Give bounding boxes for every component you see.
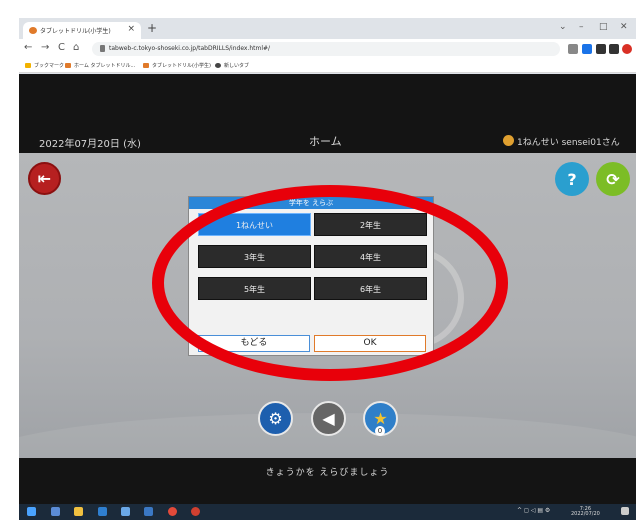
word-icon[interactable] — [144, 507, 153, 516]
bookmark-item[interactable]: 新しいタブ — [215, 62, 249, 69]
bookmark-item[interactable]: ホーム タブレットドリル... — [65, 62, 135, 69]
bookmarks-bar: ブックマーク ホーム タブレットドリル... タブレットドリル(小学生) 新しい… — [19, 59, 636, 73]
app-header: 2022年07月20日 (水) ホーム 1ねんせい sensei01さん — [19, 74, 636, 153]
page-title: ホーム — [309, 135, 342, 148]
speaker-icon: ◀ — [322, 409, 335, 428]
settings-button[interactable]: ⚙ — [258, 401, 293, 436]
exit-icon: ⇤ — [37, 169, 52, 188]
bookmark-item[interactable]: ブックマーク — [25, 62, 64, 69]
exit-button[interactable]: ⇤ — [28, 162, 61, 195]
tab-close-icon[interactable]: × — [127, 24, 135, 34]
chrome-icon[interactable] — [168, 507, 177, 516]
close-window-button[interactable]: ✕ — [620, 22, 628, 32]
refresh-button[interactable]: ⟳ — [596, 162, 630, 196]
sidepanel-icon[interactable] — [609, 44, 619, 54]
extensions-icon[interactable] — [596, 44, 606, 54]
clock[interactable]: 7:26 2022/07/20 — [571, 507, 600, 517]
taskview-icon[interactable] — [51, 507, 60, 516]
outlook-icon[interactable] — [98, 507, 107, 516]
gear-icon: ⚙ — [268, 409, 283, 428]
browser-tab[interactable]: タブレットドリル(小学生) × — [23, 22, 141, 39]
address-bar[interactable]: tabweb-c.tokyo-shoseki.co.jp/tabDRILLS/i… — [92, 42, 560, 56]
minimize-button[interactable]: – — [579, 22, 584, 32]
tab-title: タブレットドリル(小学生) — [40, 28, 111, 35]
notification-icon[interactable] — [621, 507, 629, 515]
url-text: tabweb-c.tokyo-shoseki.co.jp/tabDRILLS/i… — [109, 45, 271, 52]
tab-search-icon[interactable]: ⌄ — [559, 22, 567, 32]
browser-toolbar: ← → C ⌂ tabweb-c.tokyo-shoseki.co.jp/tab… — [19, 39, 636, 59]
back-button[interactable]: ← — [24, 42, 32, 53]
star-count-badge: 0 — [375, 426, 385, 436]
user-avatar-icon — [503, 135, 514, 146]
help-icon: ? — [567, 169, 577, 189]
refresh-icon: ⟳ — [606, 169, 620, 189]
user-name: 1ねんせい sensei01さん — [517, 138, 620, 148]
reload-button[interactable]: C — [58, 42, 65, 53]
tab-strip: タブレットドリル(小学生) × + ⌄ – □ ✕ — [19, 18, 636, 39]
red-highlight-annotation — [152, 185, 508, 381]
windows-taskbar: ^ ◻ ◁ ▤ ⚙ 7:26 2022/07/20 — [19, 504, 636, 520]
instruction-message: きょうかを えらびましょう — [265, 468, 390, 478]
bookmark-item[interactable]: タブレットドリル(小学生) — [143, 62, 211, 69]
file-explorer-icon[interactable] — [74, 507, 83, 516]
home-button[interactable]: ⌂ — [73, 42, 79, 53]
lock-icon — [100, 45, 105, 52]
profile-avatar[interactable] — [622, 44, 632, 54]
new-tab-button[interactable]: + — [147, 21, 157, 35]
system-tray-icons[interactable]: ^ ◻ ◁ ▤ ⚙ — [517, 507, 550, 514]
forward-button[interactable]: → — [41, 42, 49, 53]
help-button[interactable]: ? — [555, 162, 589, 196]
sound-button[interactable]: ◀ — [311, 401, 346, 436]
bookmark-star-icon[interactable] — [582, 44, 592, 54]
current-date: 2022年07月20日 (水) — [39, 139, 141, 150]
app-icon[interactable] — [121, 507, 130, 516]
share-icon[interactable] — [568, 44, 578, 54]
maximize-button[interactable]: □ — [599, 22, 608, 32]
chrome-active-icon[interactable] — [191, 507, 200, 516]
app-footer: きょうかを えらびましょう — [19, 458, 636, 504]
tab-favicon-icon — [29, 27, 37, 34]
start-icon[interactable] — [27, 507, 36, 516]
